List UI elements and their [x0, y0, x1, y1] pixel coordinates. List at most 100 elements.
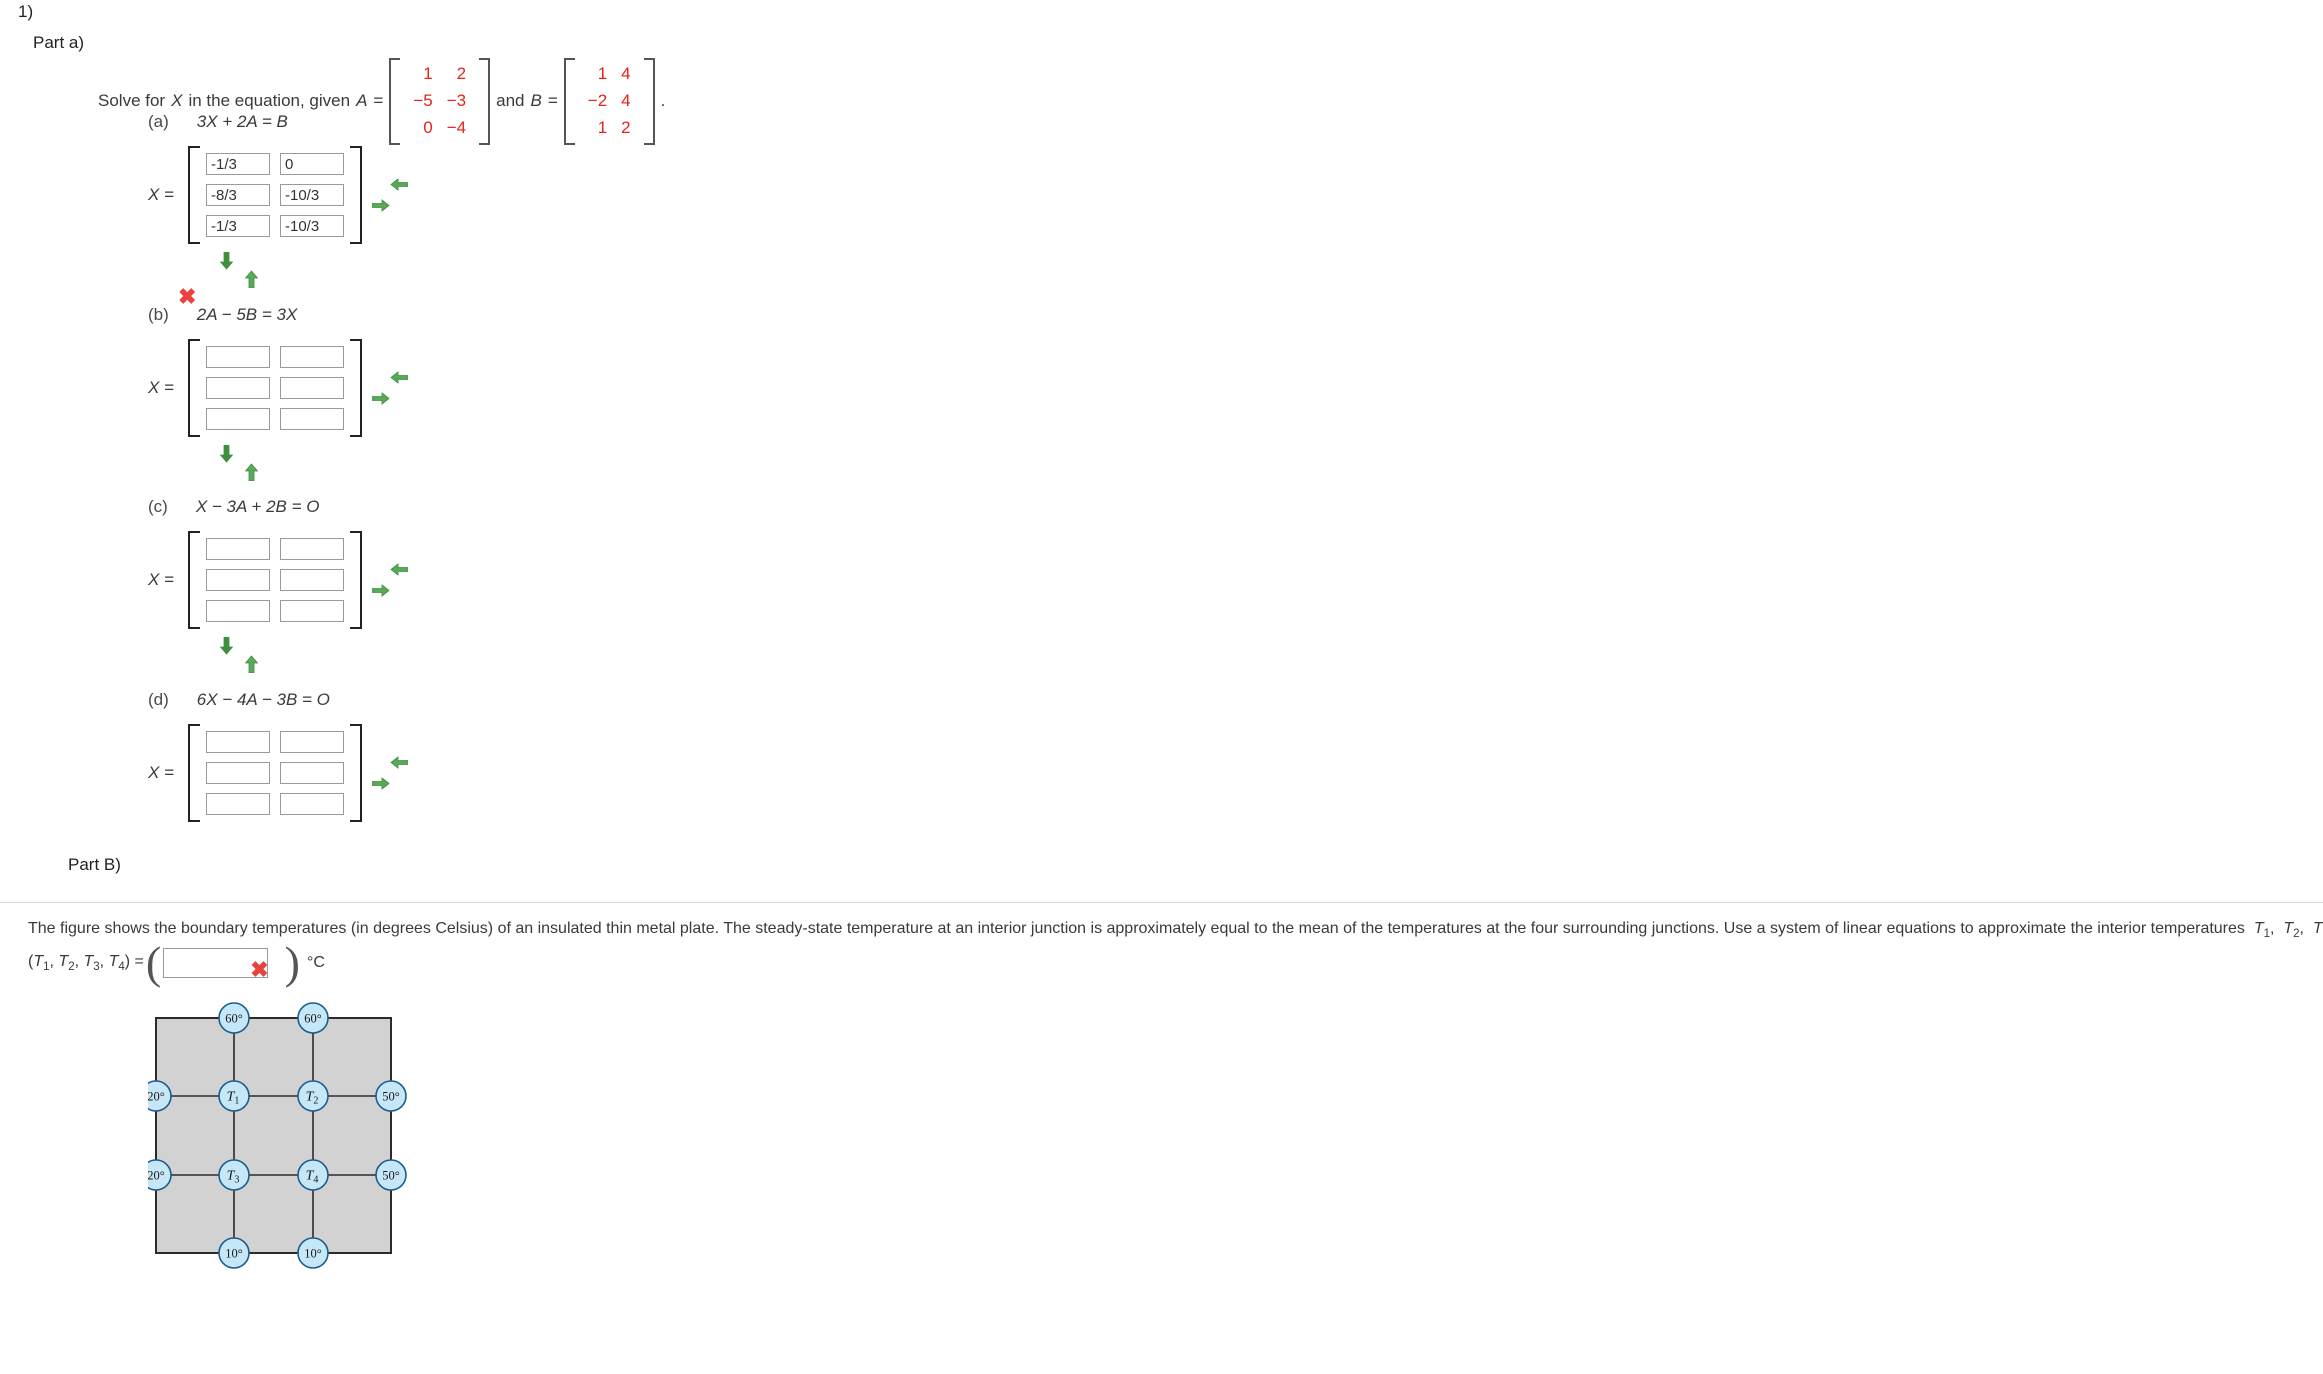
matrix-input-r3c1[interactable] [206, 408, 270, 430]
prompt-variable: X [171, 91, 183, 111]
subpart-equation: 3X + 2A = B [196, 112, 288, 131]
matrix-input-r1c1[interactable] [206, 731, 270, 753]
matrix-b-grid: 1 4 −2 4 1 2 [575, 58, 644, 145]
arrow-down-icon[interactable] [220, 637, 233, 655]
part-b-statement: The figure shows the boundary temperatur… [28, 920, 2323, 940]
subpart-equation: X − 3A + 2B = O [195, 497, 320, 516]
matrix-input-r3c2[interactable] [280, 408, 344, 430]
arrow-right-icon[interactable] [372, 584, 390, 597]
matrix-input-r2c2[interactable] [280, 184, 344, 206]
matrix-input-r1c1[interactable] [206, 538, 270, 560]
matrix-input-r3c1[interactable] [206, 793, 270, 815]
matrix-input-r3c2[interactable] [280, 793, 344, 815]
matrix-a: 1 2 −5 −3 0 −4 [389, 58, 491, 145]
equals-sign-a: = [373, 91, 384, 111]
arrow-right-icon[interactable] [372, 392, 390, 405]
interior-node-T2: T2 [297, 1080, 329, 1112]
matrix-input-r2c1[interactable] [206, 377, 270, 399]
arrow-up-icon[interactable] [245, 637, 258, 673]
bracket-right [643, 58, 655, 145]
interior-node-T1: T1 [218, 1080, 250, 1112]
bracket-left [188, 531, 200, 629]
plate-diagram-svg: 60° 60° 20° 20° 50° 50° 10° 10° T1 T2 T3 T4 [140, 1002, 407, 1269]
arrow-down-icon[interactable] [220, 445, 233, 463]
matrix-a-name: A [356, 91, 368, 111]
prompt-mid: in the equation, given [188, 91, 351, 111]
matrix-input-r3c2[interactable] [280, 600, 344, 622]
matrix-input-r2c2[interactable] [280, 569, 344, 591]
row-arrow-controls [220, 445, 390, 481]
matrix-a-cell: −5 [413, 90, 433, 110]
arrow-left-icon[interactable] [372, 563, 408, 576]
arrow-down-icon[interactable] [220, 252, 233, 270]
period: . [660, 91, 666, 111]
matrix-input-r1c1[interactable] [206, 346, 270, 368]
subpart-equation: 2A − 5B = 3X [196, 305, 298, 324]
answer-matrix [188, 339, 362, 437]
conjunction-and: and [496, 91, 525, 111]
bracket-right [350, 146, 362, 244]
bracket-right [479, 58, 491, 145]
bracket-left [188, 724, 200, 822]
arrow-left-icon[interactable] [372, 178, 408, 191]
bracket-left [389, 58, 401, 145]
arrow-right-icon[interactable] [372, 199, 390, 212]
part-b-heading: Part B) [68, 855, 121, 874]
arrow-up-icon[interactable] [245, 445, 258, 481]
matrix-input-r1c1[interactable] [206, 153, 270, 175]
matrix-input-r2c1[interactable] [206, 762, 270, 784]
boundary-node-bottom-right: 10° [297, 1237, 329, 1269]
matrix-input-r2c1[interactable] [206, 184, 270, 206]
interior-node-T4: T4 [297, 1159, 329, 1191]
svg-text:20°: 20° [148, 1169, 165, 1183]
bracket-left [188, 146, 200, 244]
column-arrow-controls [372, 563, 408, 597]
matrix-input-r2c1[interactable] [206, 569, 270, 591]
matrix-a-cell: 2 [456, 64, 467, 83]
x-equals-label: X = [148, 378, 174, 397]
answer-cells [200, 531, 350, 629]
section-divider [0, 902, 2323, 903]
answer-matrix [188, 146, 362, 244]
boundary-node-bottom-left: 10° [218, 1237, 250, 1269]
arrow-left-icon[interactable] [372, 756, 408, 769]
matrix-a-cell: 1 [423, 64, 433, 83]
arrow-right-icon[interactable] [372, 777, 390, 790]
matrix-input-r1c2[interactable] [280, 153, 344, 175]
matrix-b-name: B [530, 91, 542, 111]
matrix-input-r3c1[interactable] [206, 600, 270, 622]
arrow-left-icon[interactable] [372, 371, 408, 384]
svg-text:50°: 50° [382, 1169, 400, 1183]
x-equals-label: X = [148, 570, 174, 589]
subpart-b: (b) 2A − 5B = 3X X = [148, 305, 408, 481]
part-b-answer-row: (T1, T2, T3, T4) = ( ✖ ) °C [28, 940, 325, 986]
matrix-input-r1c2[interactable] [280, 731, 344, 753]
x-equals-label: X = [148, 763, 174, 782]
part-b-statement-variables: T1, T2, T3, and T4. [2253, 920, 2323, 941]
part-a-heading: Part a) [33, 33, 85, 52]
matrix-a-cell: −3 [446, 90, 467, 110]
matrix-input-r3c2[interactable] [280, 215, 344, 237]
boundary-node-right-upper: 50° [375, 1080, 407, 1112]
answer-cells [200, 339, 350, 437]
matrix-b-cell: 1 [597, 64, 608, 83]
column-arrow-controls [372, 371, 408, 405]
part-b-answer-label: (T1, T2, T3, T4) = [28, 953, 144, 974]
matrix-input-r1c2[interactable] [280, 538, 344, 560]
answer-matrix [188, 724, 362, 822]
matrix-b-cell: 2 [621, 117, 631, 137]
svg-text:50°: 50° [382, 1090, 400, 1104]
svg-text:60°: 60° [225, 1012, 243, 1026]
matrix-b-cell: 1 [597, 117, 608, 137]
matrix-input-r1c2[interactable] [280, 346, 344, 368]
metal-plate-figure: 60° 60° 20° 20° 50° 50° 10° 10° T1 T2 T3 T4 [140, 1000, 438, 1275]
bracket-left [188, 339, 200, 437]
matrix-input-r3c1[interactable] [206, 215, 270, 237]
equals-sign-b: = [547, 91, 558, 111]
question-number: 1) [18, 2, 34, 21]
svg-text:60°: 60° [304, 1012, 322, 1026]
matrix-input-r2c2[interactable] [280, 762, 344, 784]
matrix-input-r2c2[interactable] [280, 377, 344, 399]
arrow-up-icon[interactable] [245, 252, 258, 288]
plate-body [155, 1017, 392, 1254]
